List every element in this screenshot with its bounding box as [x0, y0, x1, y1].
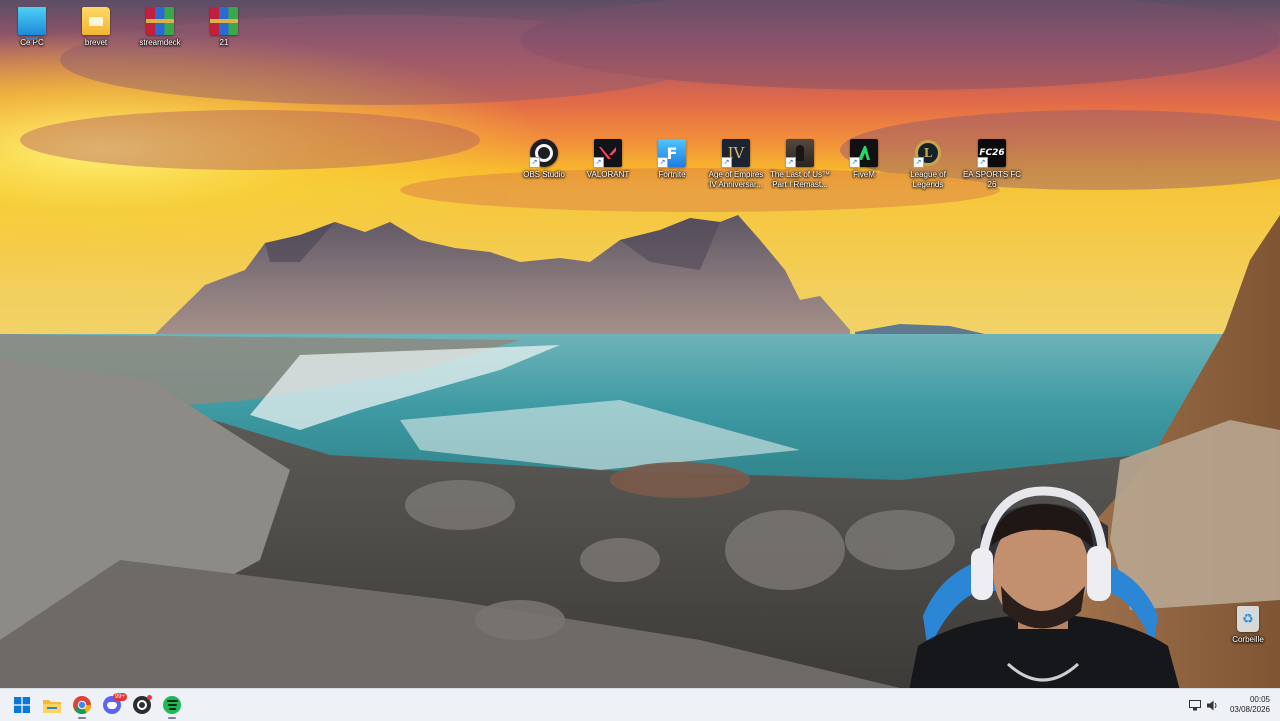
speaker-icon [1206, 700, 1217, 710]
taskbar: 99+ 00:05 03/08/2026 [0, 688, 1280, 721]
clock-date: 03/08/2026 [1229, 705, 1270, 714]
desktop-icon-brevet[interactable]: brevet [64, 7, 128, 48]
desktop-icon-label: The Last of Us™ Part I Remast... [769, 170, 831, 189]
recording-indicator [147, 695, 152, 700]
obs-studio-icon: ↗ [529, 139, 558, 168]
age-of-empires-icon: IV ↗ [721, 139, 750, 168]
desktop-icon-streamdeck[interactable]: streamdeck [128, 7, 192, 48]
webcam-overlay [903, 486, 1188, 720]
league-of-legends-icon: L ↗ [913, 139, 942, 168]
desktop-icon-label: 21 [219, 38, 229, 47]
fivem-icon: ↗ [849, 139, 878, 168]
last-of-us-icon: ↗ [785, 139, 814, 168]
desktop-icon-fortnite[interactable]: F ↗ Fortnite [640, 139, 704, 180]
desktop-icon-21[interactable]: 21 [192, 7, 256, 48]
desktop-icon-label: FiveM [853, 170, 875, 179]
desktop-icon-ea-sports-fc[interactable]: FC26 ↗ EA SPORTS FC 26 [960, 139, 1024, 189]
desktop-icon-label: VALORANT [586, 170, 630, 179]
desktop-icon-last-of-us[interactable]: ↗ The Last of Us™ Part I Remast... [768, 139, 832, 189]
folder-icon [82, 7, 110, 35]
fortnite-icon: F ↗ [657, 139, 686, 168]
windows-start-icon [14, 697, 30, 713]
valorant-icon: ↗ [593, 139, 622, 168]
desktop-icon-label: OBS Studio [523, 170, 565, 179]
discord-notification-badge: 99+ [112, 693, 127, 701]
winrar-archive-icon [210, 7, 238, 35]
desktop-icon-league-of-legends[interactable]: L ↗ League of Legends [896, 139, 960, 189]
taskbar-chrome[interactable] [67, 690, 97, 720]
desktop-icon-label: brevet [84, 38, 108, 47]
ea-sports-fc-icon: FC26 ↗ [977, 139, 1006, 168]
taskbar-obs[interactable] [127, 690, 157, 720]
system-tray: 00:05 03/08/2026 [1186, 689, 1280, 721]
taskbar-spotify[interactable] [157, 690, 187, 720]
desktop-icon-label: streamdeck [139, 38, 181, 47]
chrome-icon [73, 696, 91, 714]
desktop-icon-age-of-empires[interactable]: IV ↗ Age of Empires IV Anniversar... [704, 139, 768, 189]
file-explorer-icon [43, 699, 61, 713]
spotify-icon [163, 696, 181, 714]
taskbar-file-explorer[interactable] [37, 690, 67, 720]
desktop-icon-label: League of Legends [910, 170, 946, 189]
desktop-icon-label: Fortnite [658, 170, 686, 179]
desktop-icon-ce-pc[interactable]: Ce PC [0, 7, 64, 48]
taskbar-discord[interactable]: 99+ [97, 690, 127, 720]
desktop-icon-label: Age of Empires IV Anniversar... [708, 170, 764, 189]
desktop-icon-recycle-bin[interactable]: ♻ Corbeille [1216, 606, 1280, 645]
taskbar-clock[interactable]: 00:05 03/08/2026 [1230, 695, 1270, 715]
computer-icon [18, 7, 46, 40]
taskbar-start-button[interactable] [7, 690, 37, 720]
network-status[interactable] [1186, 690, 1204, 720]
desktop-icon-valorant[interactable]: ↗ VALORANT [576, 139, 640, 180]
desktop-icon-label: EA SPORTS FC 26 [962, 170, 1022, 189]
desktop-icon-fivem[interactable]: ↗ FiveM [832, 139, 896, 180]
clock-time: 00:05 [1249, 695, 1270, 704]
recycle-bin-icon: ♻ [1237, 606, 1259, 632]
volume-control[interactable] [1204, 690, 1222, 720]
network-icon [1188, 699, 1201, 710]
desktop-icon-label: Corbeille [1232, 635, 1264, 644]
desktop-icon-obs-studio[interactable]: ↗ OBS Studio [512, 139, 576, 180]
winrar-archive-icon [146, 7, 174, 35]
